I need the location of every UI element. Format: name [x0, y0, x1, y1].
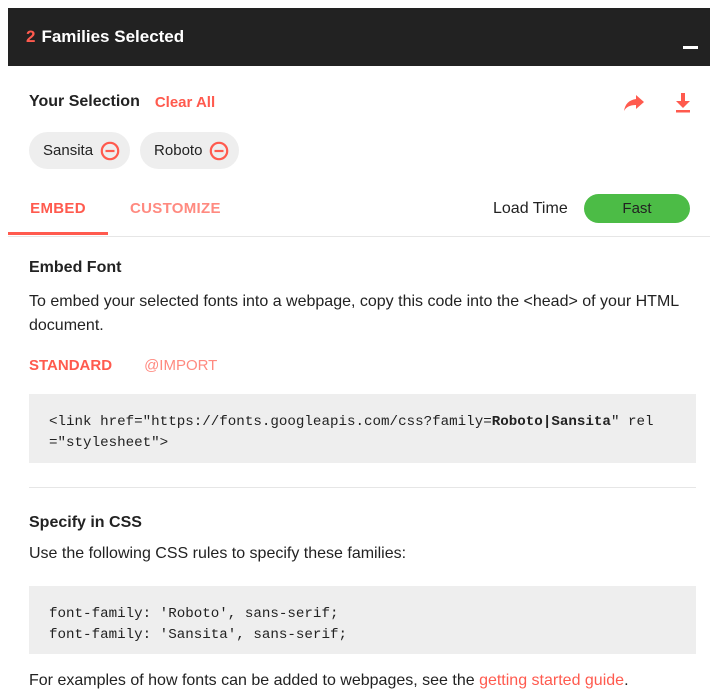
- tab-embed[interactable]: EMBED: [8, 200, 108, 217]
- code-text: " rel: [610, 414, 654, 430]
- chip-label: Roboto: [154, 142, 203, 159]
- getting-started-link[interactable]: getting started guide: [479, 672, 624, 689]
- font-chip-sansita: Sansita: [29, 132, 131, 169]
- clear-all-button[interactable]: Clear All: [155, 94, 215, 111]
- tab-customize[interactable]: CUSTOMIZE: [130, 200, 221, 217]
- footer-period: .: [624, 672, 629, 689]
- footer-note: For examples of how fonts can be added t…: [29, 669, 689, 693]
- families-count: 2: [26, 27, 36, 46]
- code-line: ="stylesheet">: [49, 435, 169, 451]
- css-description: Use the following CSS rules to specify t…: [29, 545, 407, 562]
- specify-css-heading: Specify in CSS: [29, 514, 142, 531]
- code-line: <link href="https://fonts.googleapis.com…: [49, 412, 676, 433]
- subtab-standard[interactable]: STANDARD: [29, 357, 112, 374]
- top-strip: [0, 0, 710, 8]
- remove-circle-icon[interactable]: [100, 141, 120, 161]
- code-text: <link href="https://fonts.googleapis.com…: [49, 414, 492, 430]
- remove-circle-icon[interactable]: [209, 141, 229, 161]
- load-time-badge: Fast: [584, 194, 690, 223]
- embed-font-heading: Embed Font: [29, 259, 122, 276]
- subtab-import[interactable]: @IMPORT: [144, 357, 217, 374]
- minimize-icon[interactable]: [683, 46, 698, 49]
- embed-customize-tabs: EMBED CUSTOMIZE Load Time Fast: [8, 190, 710, 237]
- selected-font-chips: Sansita Roboto: [29, 132, 240, 169]
- load-time-label: Load Time: [493, 200, 568, 217]
- code-family: Sansita: [551, 414, 611, 430]
- active-tab-indicator: [8, 232, 108, 235]
- code-family: Roboto: [491, 414, 543, 430]
- selection-actions: [622, 90, 695, 114]
- selection-drawer-header[interactable]: 2 Families Selected: [8, 8, 710, 66]
- embed-description: To embed your selected fonts into a webp…: [29, 293, 679, 334]
- embed-code-box[interactable]: <link href="https://fonts.googleapis.com…: [29, 394, 696, 463]
- chip-label: Sansita: [43, 142, 94, 159]
- embed-method-tabs: STANDARD @IMPORT: [29, 357, 217, 374]
- css-code-box[interactable]: font-family: 'Roboto', sans-serif; font-…: [29, 586, 696, 654]
- share-icon[interactable]: [622, 90, 646, 114]
- font-chip-roboto: Roboto: [140, 132, 240, 169]
- code-line: font-family: 'Roboto', sans-serif;: [49, 606, 339, 622]
- download-icon[interactable]: [671, 90, 695, 114]
- drawer-title: Families Selected: [41, 27, 185, 46]
- section-divider: [29, 487, 696, 488]
- selection-row: Your Selection Clear All: [29, 90, 695, 114]
- code-line: font-family: 'Sansita', sans-serif;: [49, 627, 347, 643]
- your-selection-label: Your Selection: [29, 93, 140, 110]
- footer-text: For examples of how fonts can be added t…: [29, 672, 480, 689]
